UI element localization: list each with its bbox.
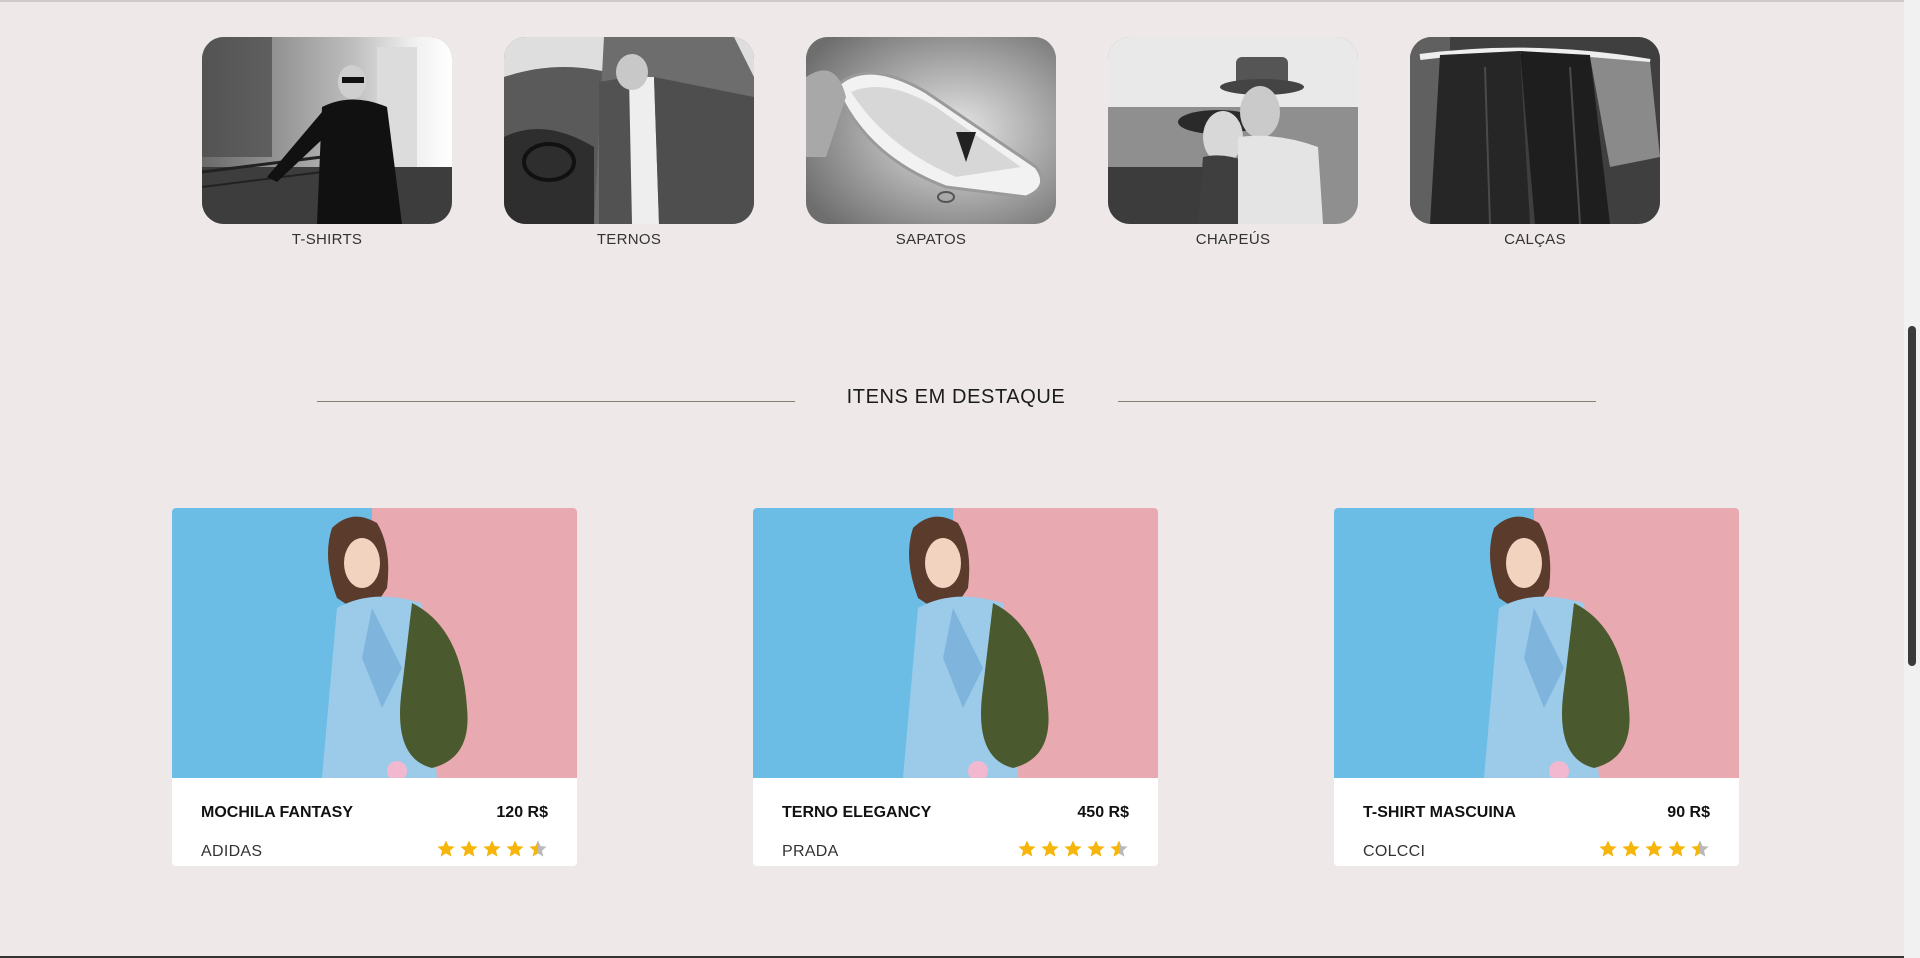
category-label: CHAPEÚS (1195, 231, 1271, 248)
product-name: T-SHIRT MASCUINA (1363, 804, 1516, 821)
category-image-ternos (504, 37, 754, 224)
category-calcas[interactable]: CALÇAS (1410, 37, 1660, 248)
product-brand: PRADA (782, 843, 839, 860)
product-rating (1598, 839, 1710, 859)
featured-title: ITENS EM DESTAQUE (846, 386, 1066, 408)
product-brand: COLCCI (1363, 843, 1426, 860)
product-image (1334, 508, 1739, 778)
star-icon (1041, 840, 1059, 857)
scrollbar-thumb[interactable] (1908, 326, 1916, 666)
product-rating (436, 839, 548, 859)
star-icon (1622, 840, 1640, 857)
star-icon (460, 840, 478, 857)
category-label: TERNOS (596, 231, 662, 248)
heading-divider-left (317, 401, 795, 402)
category-image-calcas (1410, 37, 1660, 224)
category-image-tshirts (202, 37, 452, 224)
product-name: MOCHILA FANTASY (201, 804, 353, 821)
star-icon (1064, 840, 1082, 857)
category-label: T-SHIRTS (291, 231, 363, 248)
product-image (172, 508, 577, 778)
category-list: T-SHIRTS TERNOS SAPATOS CHAPEÚS CALÇAS (202, 37, 1660, 248)
star-icon (1599, 840, 1617, 857)
heading-divider-right (1118, 401, 1596, 402)
star-icon (1691, 840, 1709, 857)
product-brand: ADIDAS (201, 843, 263, 860)
category-ternos[interactable]: TERNOS (504, 37, 754, 248)
category-image-chapeus (1108, 37, 1358, 224)
top-border (0, 0, 1904, 2)
product-price: 450 R$ (1077, 804, 1129, 821)
star-icon (529, 840, 547, 857)
star-icon (437, 840, 455, 857)
category-image-sapatos (806, 37, 1056, 224)
product-card[interactable]: MOCHILA FANTASY 120 R$ ADIDAS (172, 508, 577, 866)
product-price: 120 R$ (496, 804, 548, 821)
product-image (753, 508, 1158, 778)
star-icon (1645, 840, 1663, 857)
star-icon (506, 840, 524, 857)
star-icon (1668, 840, 1686, 857)
star-icon (483, 840, 501, 857)
product-name: TERNO ELEGANCY (782, 804, 932, 821)
category-label: CALÇAS (1504, 231, 1566, 248)
category-chapeus[interactable]: CHAPEÚS (1108, 37, 1358, 248)
star-icon (1018, 840, 1036, 857)
vertical-scrollbar[interactable] (1904, 0, 1920, 958)
category-tshirts[interactable]: T-SHIRTS (202, 37, 452, 248)
product-list: MOCHILA FANTASY 120 R$ ADIDAS TERNO ELEG… (172, 508, 1739, 866)
featured-heading: ITENS EM DESTAQUE (0, 386, 1920, 416)
product-price: 90 R$ (1667, 804, 1710, 821)
category-label: SAPATOS (895, 231, 967, 248)
star-icon (1110, 840, 1128, 857)
category-sapatos[interactable]: SAPATOS (806, 37, 1056, 248)
star-icon (1087, 840, 1105, 857)
product-rating (1017, 839, 1129, 859)
product-card[interactable]: TERNO ELEGANCY 450 R$ PRADA (753, 508, 1158, 866)
product-card[interactable]: T-SHIRT MASCUINA 90 R$ COLCCI (1334, 508, 1739, 866)
